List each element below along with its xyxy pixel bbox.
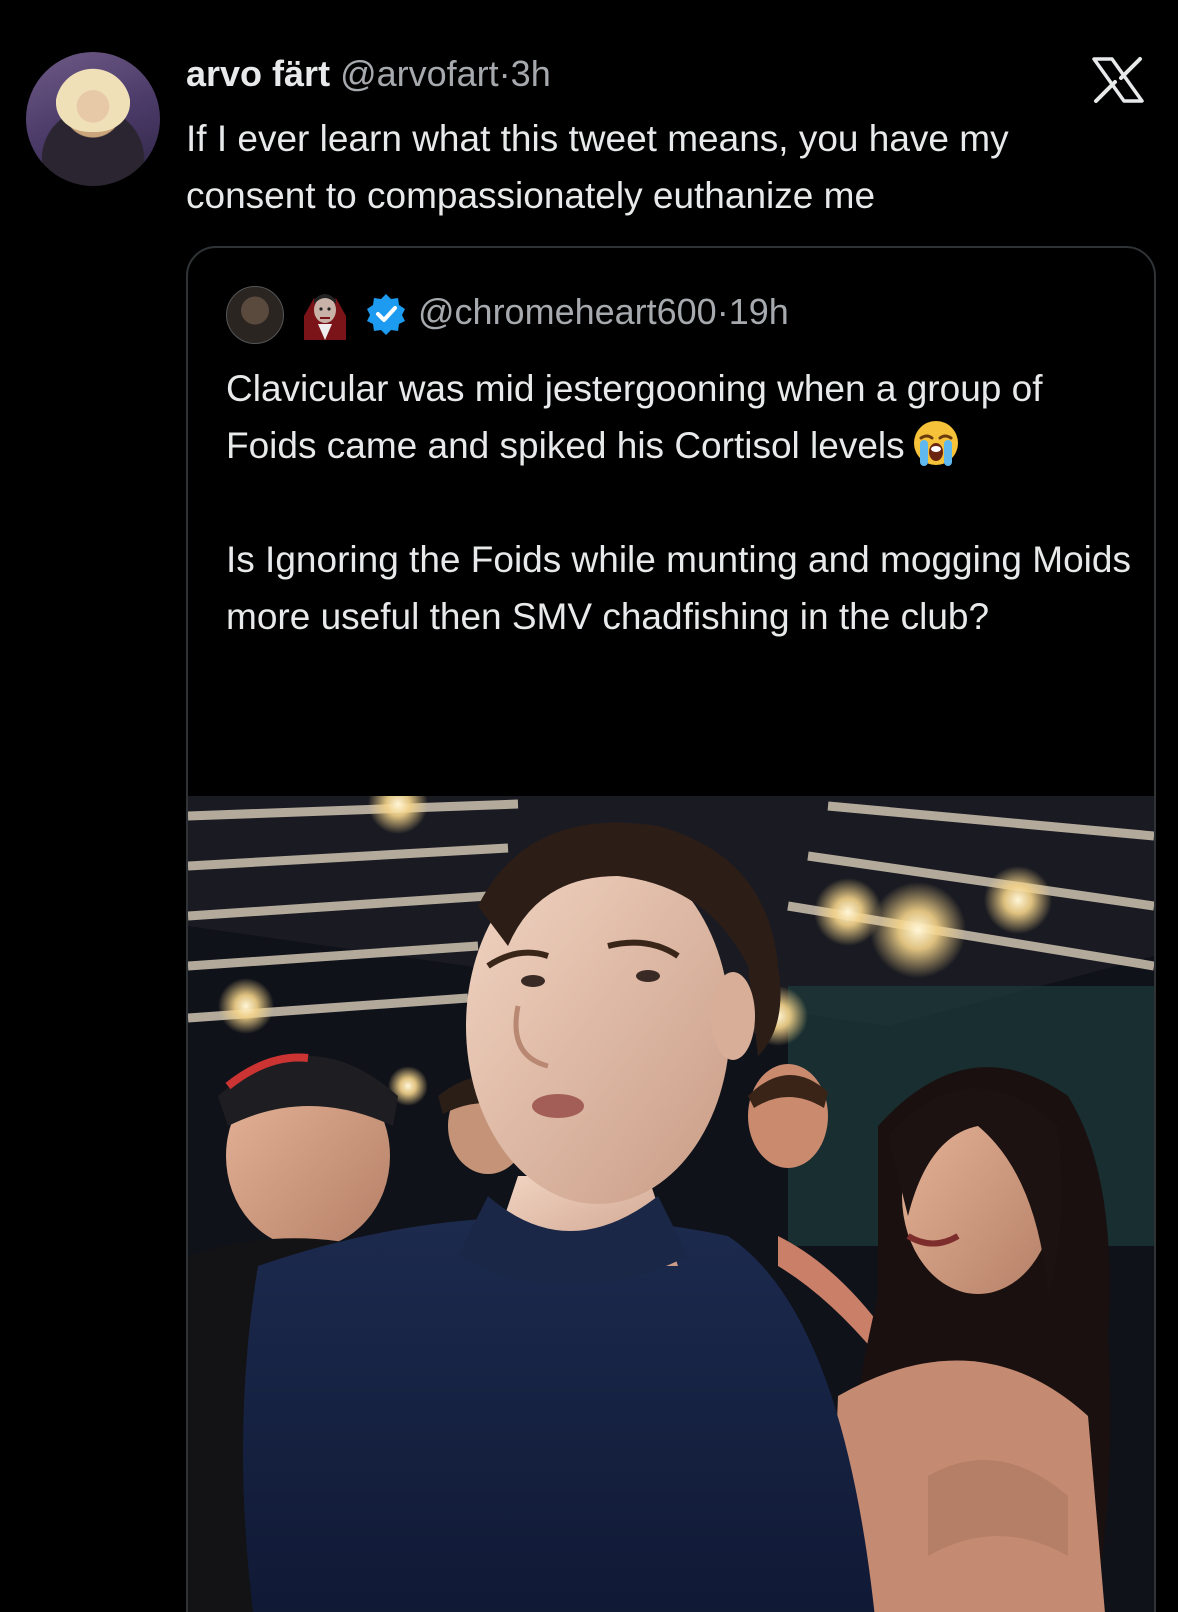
header-separator: ·	[498, 53, 511, 94]
quoted-tweet-video[interactable]	[188, 796, 1154, 1612]
quoted-text-paragraph-1: Clavicular was mid jestergooning when a …	[226, 360, 1136, 474]
verified-badge-icon	[367, 294, 405, 335]
quoted-author-avatar[interactable]	[226, 286, 284, 344]
author-avatar[interactable]	[26, 52, 160, 186]
quoted-tweet-card[interactable]: @chromeheart600·19h Clavicular was mid j…	[186, 246, 1156, 1612]
video-frame	[188, 796, 1154, 1612]
author-name[interactable]: arvo färt	[186, 53, 330, 94]
tweet-header: arvo färt @arvofart·3h	[186, 52, 551, 96]
quoted-author-handle[interactable]: @chromeheart600	[418, 291, 717, 332]
tweet-screenshot: arvo färt @arvofart·3h If I ever learn w…	[0, 0, 1178, 1612]
author-handle[interactable]: @arvofart	[340, 53, 499, 94]
quoted-header-separator: ·	[716, 291, 729, 332]
vampire-emoji-icon	[304, 294, 346, 340]
tweet-text: If I ever learn what this tweet means, y…	[186, 118, 1009, 216]
quoted-text-paragraph-2: Is Ignoring the Foids while munting and …	[226, 539, 1131, 637]
tweet-timestamp[interactable]: 3h	[511, 53, 551, 94]
loudly-crying-face-icon	[913, 421, 958, 466]
quoted-tweet-header: @chromeheart600·19h	[418, 288, 789, 336]
quoted-tweet-timestamp[interactable]: 19h	[729, 291, 789, 332]
avatar-hair	[56, 68, 130, 132]
quoted-tweet-text: Clavicular was mid jestergooning when a …	[226, 360, 1136, 645]
x-logo-icon	[1092, 57, 1144, 103]
